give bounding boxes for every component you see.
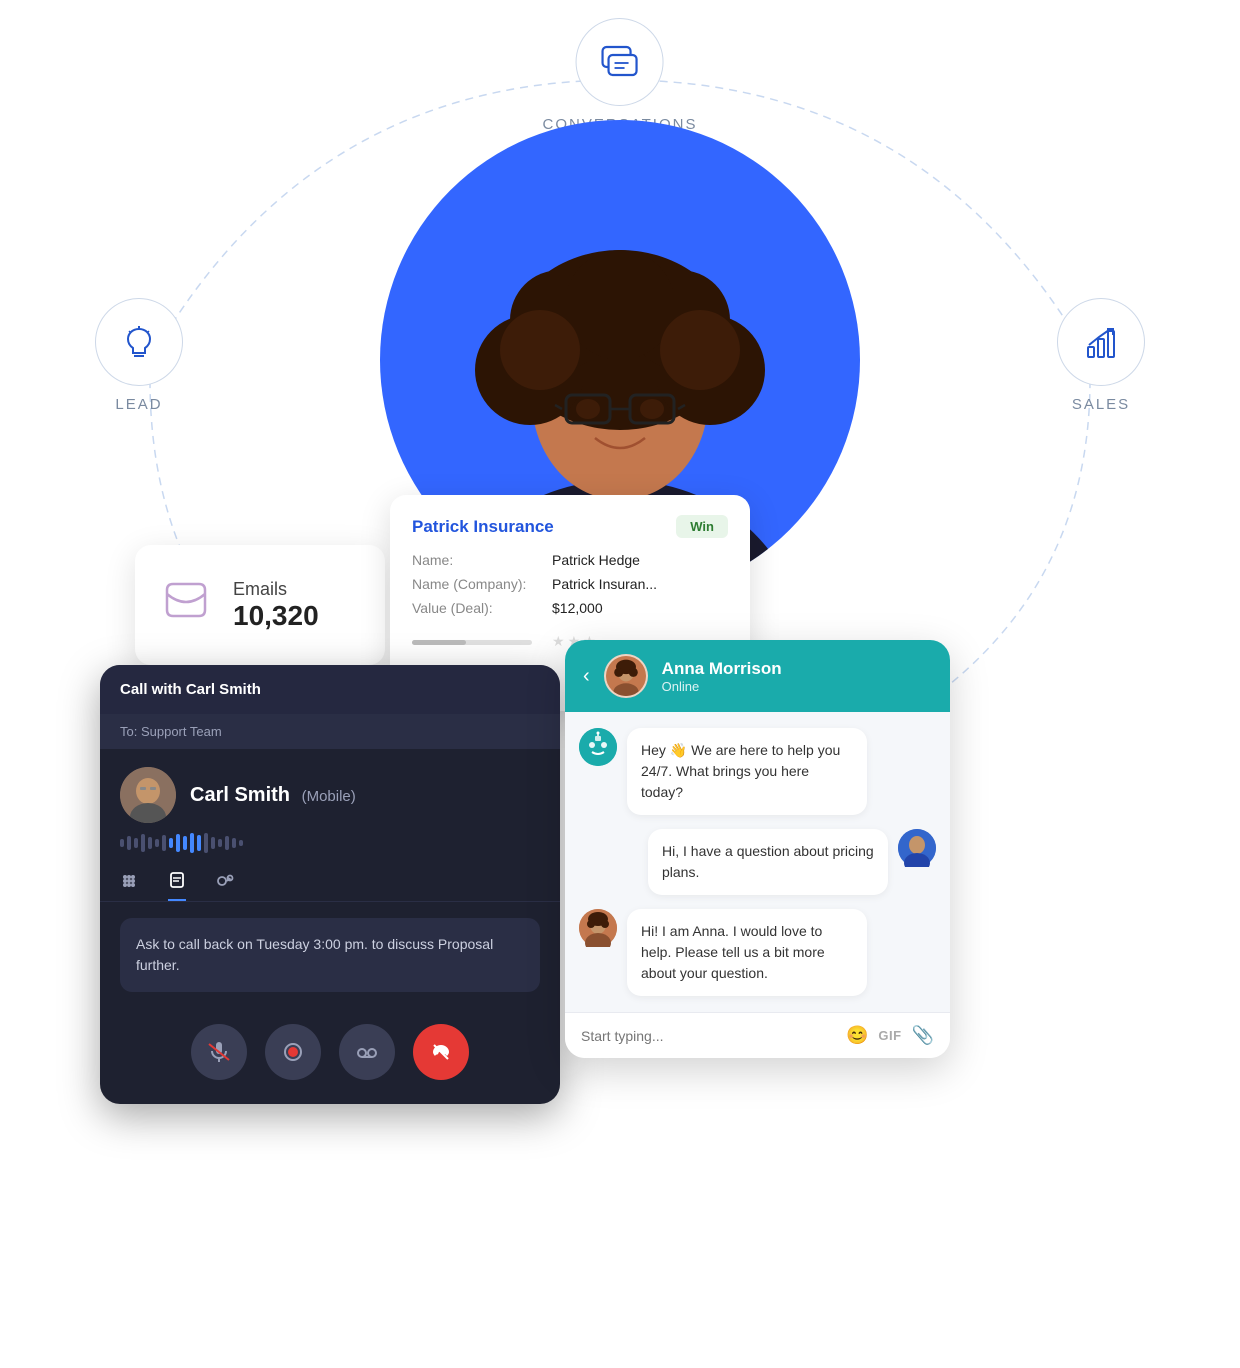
mute-button[interactable]: [191, 1024, 247, 1080]
insurance-row-company: Name (Company): Patrick Insuran...: [412, 576, 728, 592]
bot-message-bubble: Hey 👋 We are here to help you 24/7. What…: [627, 728, 867, 815]
anna-message-bubble: Hi! I am Anna. I would love to help. Ple…: [627, 909, 867, 996]
conversations-section: CONVERSATIONS: [543, 18, 698, 133]
anna-message-avatar: [579, 909, 617, 947]
insurance-progress-bar: [412, 640, 532, 645]
emails-count: 10,320: [233, 600, 319, 632]
insurance-name-label: Name:: [412, 552, 552, 568]
insurance-title: Patrick Insurance: [412, 517, 554, 537]
conversations-icon-circle[interactable]: [576, 18, 664, 106]
win-badge: Win: [676, 515, 728, 538]
chat-message-anna: Hi! I am Anna. I would love to help. Ple…: [579, 909, 936, 996]
lead-icon-circle[interactable]: [95, 298, 183, 386]
insurance-company-value: Patrick Insuran...: [552, 576, 657, 592]
sales-section: SALES: [1057, 298, 1145, 413]
sales-icon-circle[interactable]: [1057, 298, 1145, 386]
call-person-subtitle: (Mobile): [302, 788, 356, 805]
insurance-name-value: Patrick Hedge: [552, 552, 640, 568]
voicemail-button[interactable]: [339, 1024, 395, 1080]
chat-agent-status: Online: [662, 679, 782, 694]
call-to: To: Support Team: [100, 714, 560, 749]
call-person-info: Carl Smith (Mobile): [190, 784, 356, 807]
call-title: Call with Carl Smith: [120, 681, 261, 698]
user-avatar: [898, 829, 936, 867]
sales-label: SALES: [1072, 396, 1130, 413]
emoji-icon[interactable]: 😊: [846, 1025, 868, 1046]
main-scene: CONVERSATIONS LEAD SALES: [0, 0, 1240, 1368]
insurance-deal-label: Value (Deal):: [412, 600, 552, 616]
end-call-button[interactable]: [413, 1024, 469, 1080]
chat-header-avatar: [604, 654, 648, 698]
emails-text-block: Emails 10,320: [233, 579, 319, 632]
bot-avatar: [579, 728, 617, 766]
chat-messages: Hey 👋 We are here to help you 24/7. What…: [565, 712, 950, 1012]
gif-button[interactable]: GIF: [878, 1028, 901, 1043]
call-tab-transfer[interactable]: [216, 871, 234, 901]
chat-header: ‹ Anna Morrison Online: [565, 640, 950, 712]
user-message-bubble: Hi, I have a question about pricing plan…: [648, 829, 888, 895]
insurance-header: Patrick Insurance Win: [412, 515, 728, 538]
call-person-name: Carl Smith (Mobile): [190, 784, 356, 807]
attachment-icon[interactable]: 📎: [912, 1025, 934, 1046]
chat-input-row: 😊 GIF 📎: [565, 1012, 950, 1058]
emails-icon: [159, 576, 213, 635]
call-card: Call with Carl Smith To: Support Team Ca…: [100, 665, 560, 1104]
chat-agent-name: Anna Morrison: [662, 659, 782, 679]
chat-card: ‹ Anna Morrison Online: [565, 640, 950, 1058]
insurance-row-name: Name: Patrick Hedge: [412, 552, 728, 568]
lead-label: LEAD: [115, 396, 162, 413]
call-controls: [100, 1008, 560, 1104]
call-header: Call with Carl Smith: [100, 665, 560, 714]
chat-header-info: Anna Morrison Online: [662, 659, 782, 694]
emails-card: Emails 10,320: [135, 545, 385, 665]
chat-back-button[interactable]: ‹: [583, 665, 590, 688]
chat-message-user: Hi, I have a question about pricing plan…: [579, 829, 936, 895]
call-tab-notes[interactable]: [168, 871, 186, 901]
chat-text-input[interactable]: [581, 1028, 836, 1044]
call-person-avatar: [120, 767, 176, 823]
record-button[interactable]: [265, 1024, 321, 1080]
call-waveform: [100, 833, 560, 861]
chat-input-actions: 😊 GIF 📎: [846, 1025, 934, 1046]
call-tabs: [100, 861, 560, 902]
insurance-company-label: Name (Company):: [412, 576, 552, 592]
lead-section: LEAD: [95, 298, 183, 413]
insurance-deal-value: $12,000: [552, 600, 603, 616]
call-note: Ask to call back on Tuesday 3:00 pm. to …: [120, 918, 540, 992]
call-person-row: Carl Smith (Mobile): [100, 749, 560, 833]
call-tab-keypad[interactable]: [120, 871, 138, 901]
insurance-row-value: Value (Deal): $12,000: [412, 600, 728, 616]
chat-message-bot: Hey 👋 We are here to help you 24/7. What…: [579, 728, 936, 815]
emails-label: Emails: [233, 579, 319, 600]
